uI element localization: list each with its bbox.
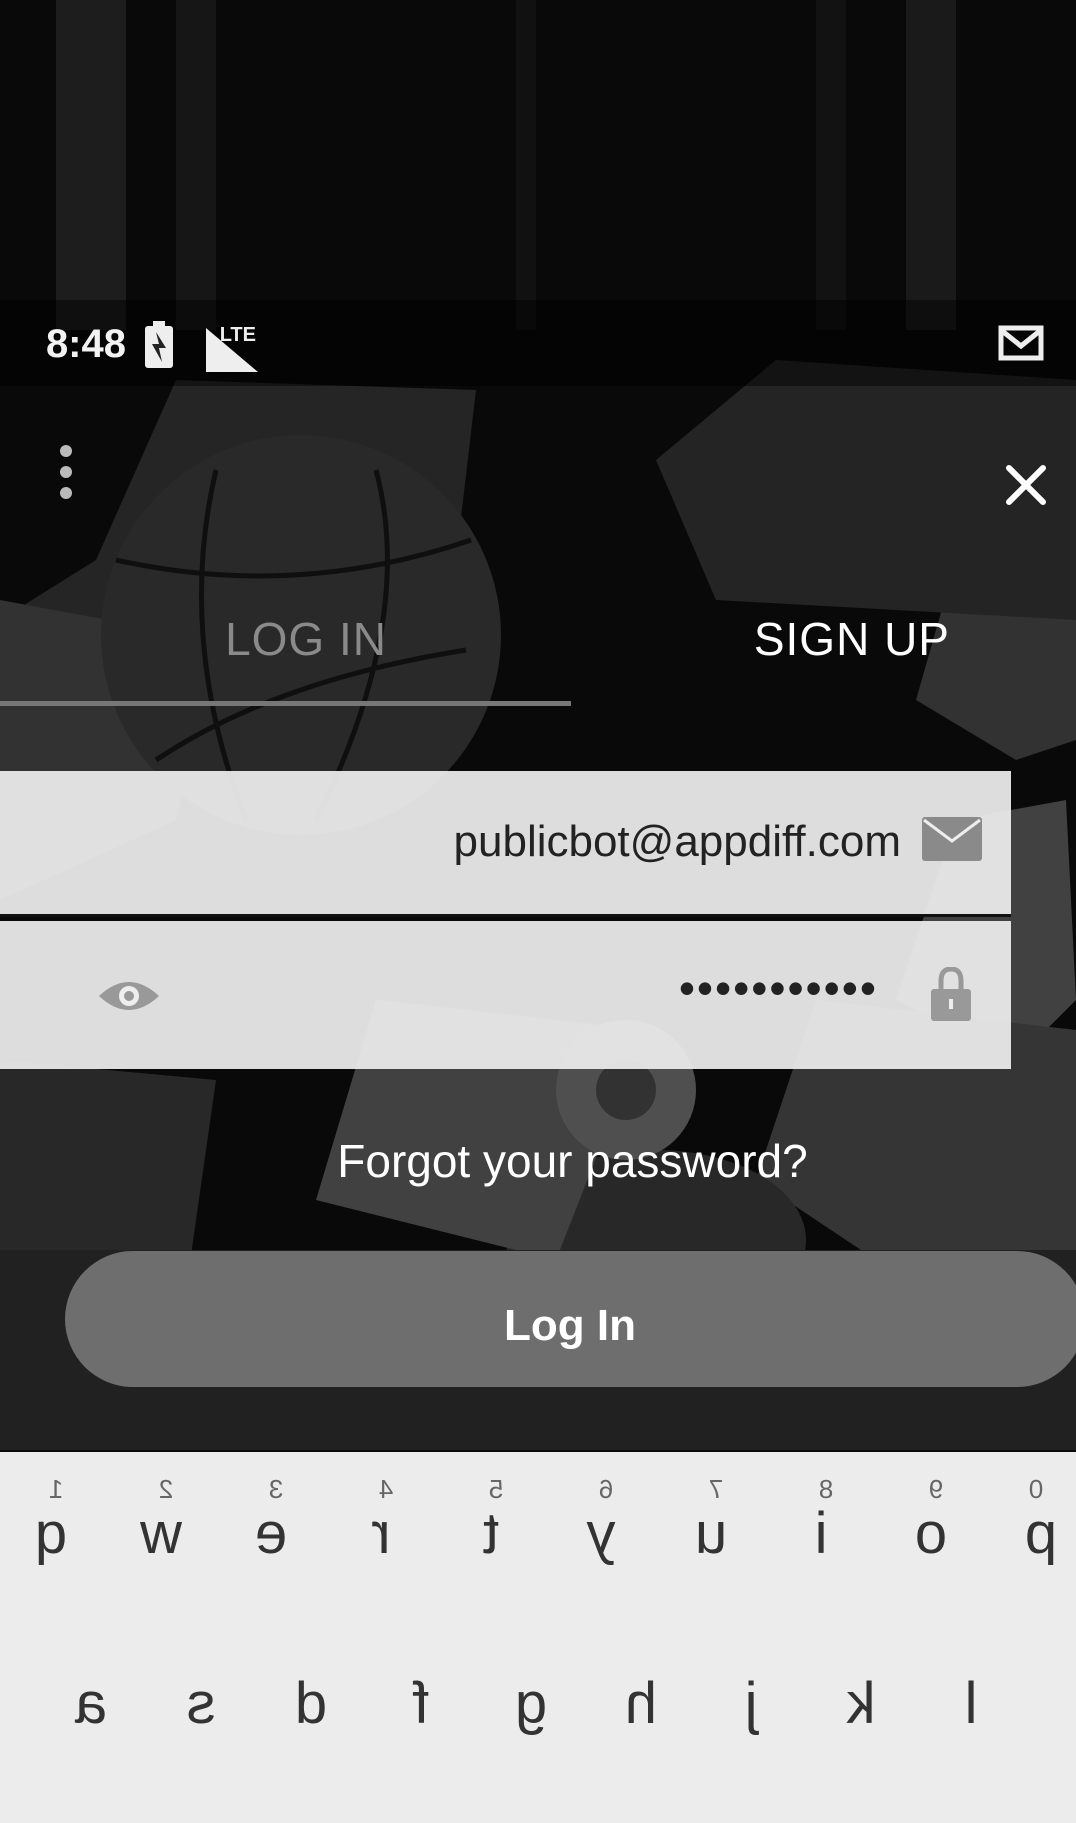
- password-input[interactable]: •••••••••••: [677, 961, 876, 1015]
- key-j[interactable]: j: [716, 1670, 786, 1737]
- key-o[interactable]: o: [896, 1500, 966, 1567]
- lte-label: LTE: [219, 324, 256, 346]
- forgot-password-link[interactable]: Forgot your password?: [0, 1134, 1076, 1188]
- key-q[interactable]: q: [16, 1500, 86, 1567]
- email-underline: [0, 914, 1011, 917]
- eye-icon[interactable]: [97, 976, 161, 1016]
- key-h[interactable]: h: [606, 1670, 676, 1737]
- status-time: 8:48: [45, 322, 126, 366]
- key-r[interactable]: r: [346, 1500, 416, 1567]
- key-i[interactable]: i: [786, 1500, 856, 1567]
- auth-tabs: SIGN UP LOG IN: [0, 560, 1076, 710]
- key-p[interactable]: p: [1006, 1500, 1076, 1567]
- more-vert-icon[interactable]: [36, 442, 96, 502]
- email-field[interactable]: publicbot@appdiff.com: [0, 771, 1011, 917]
- close-icon[interactable]: [991, 450, 1061, 520]
- key-k[interactable]: k: [826, 1670, 896, 1737]
- key-s[interactable]: s: [166, 1670, 236, 1737]
- battery-charging-icon: [145, 321, 173, 368]
- password-field[interactable]: •••••••••••: [0, 921, 1011, 1069]
- tab-log-in-label: LOG IN: [225, 613, 387, 665]
- key-l[interactable]: l: [936, 1670, 1006, 1737]
- status-bar: LTE 8:48: [0, 300, 1076, 386]
- keyboard: 0 1 2 3 4 5 6 7 8 9 q w e r t y u i o p …: [0, 1452, 1076, 1823]
- mail-icon: [922, 817, 982, 861]
- key-u[interactable]: u: [676, 1500, 746, 1567]
- background-photo: [0, 0, 1076, 1450]
- tab-log-in[interactable]: LOG IN: [0, 560, 571, 710]
- key-f[interactable]: f: [386, 1670, 456, 1737]
- email-input[interactable]: publicbot@appdiff.com: [454, 817, 901, 867]
- key-w[interactable]: w: [126, 1500, 196, 1567]
- key-e[interactable]: e: [236, 1500, 306, 1567]
- tab-indicator: [0, 701, 571, 706]
- key-a[interactable]: a: [56, 1670, 126, 1737]
- tab-sign-up[interactable]: SIGN UP: [571, 560, 1076, 710]
- key-y[interactable]: y: [566, 1500, 636, 1567]
- mail-icon: [998, 325, 1044, 361]
- log-in-button-label: Log In: [504, 1301, 636, 1350]
- lock-icon: [931, 967, 971, 1021]
- login-screen: LTE 8:48 SIGN UP LOG IN publicbot@appdif…: [0, 0, 1076, 1823]
- key-d[interactable]: d: [276, 1670, 346, 1737]
- key-t[interactable]: t: [456, 1500, 526, 1567]
- tab-sign-up-label: SIGN UP: [753, 613, 950, 665]
- key-g[interactable]: g: [496, 1670, 566, 1737]
